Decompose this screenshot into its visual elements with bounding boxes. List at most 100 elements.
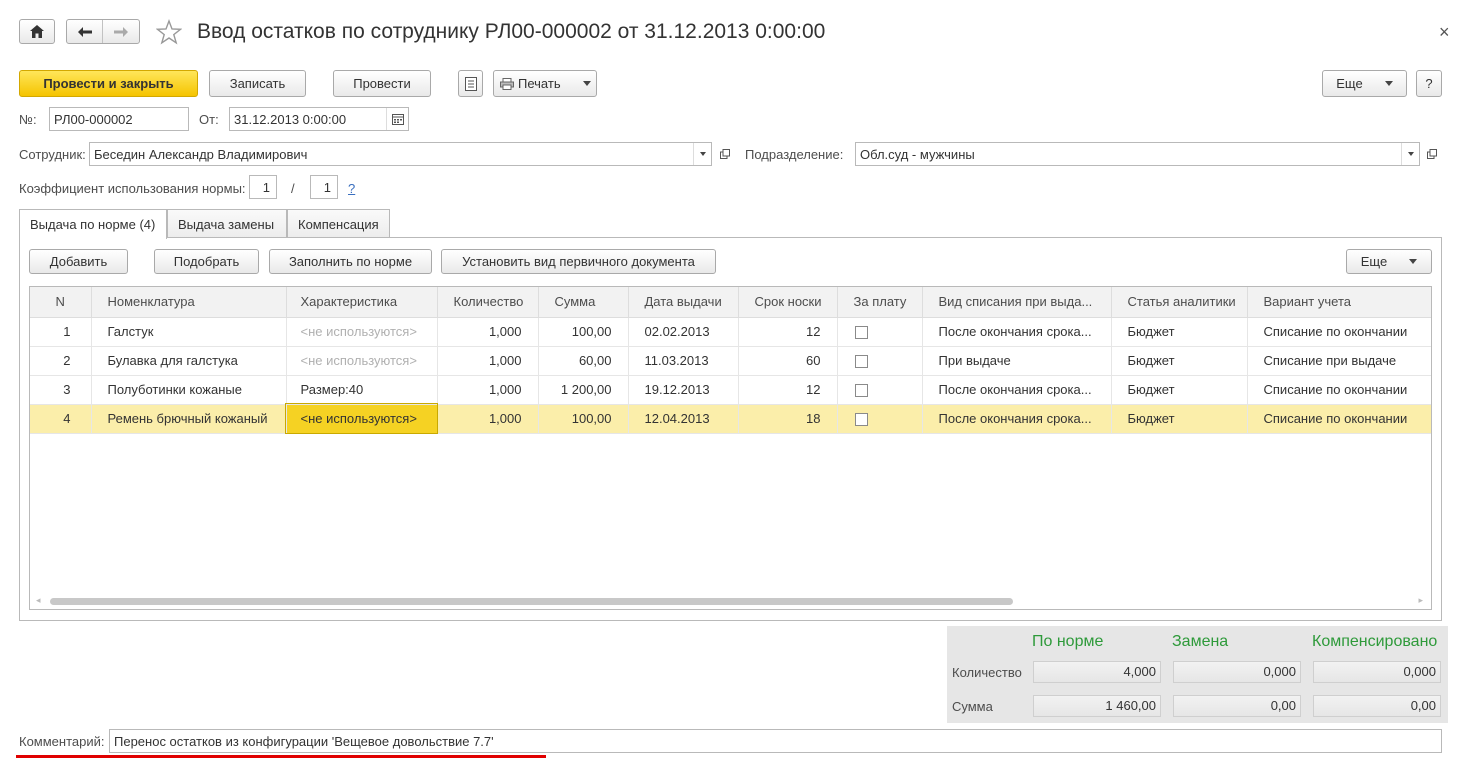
cell-accounting-variant: Списание по окончании [1247,404,1431,434]
scroll-left-icon[interactable]: ◂ [36,595,41,606]
column-header-paid[interactable]: За плату [837,287,923,318]
table-more-button[interactable]: Еще [1346,249,1432,274]
post-and-close-button[interactable]: Провести и закрыть [19,70,198,97]
totals-quantity-label: Количество [952,665,1022,680]
scrollbar-thumb[interactable] [50,598,1013,605]
table-row-selected[interactable]: 4 Ремень брючный кожаный <не используютс… [30,403,1431,434]
cell-analytics-article: Бюджет [1111,346,1248,376]
cell-issue-date: 02.02.2013 [628,317,739,347]
cell-accounting-variant: Списание при выдаче [1247,346,1431,376]
column-header-writeoff-type[interactable]: Вид списания при выда... [922,287,1112,318]
printer-icon [500,77,514,90]
chevron-down-icon [1384,81,1393,86]
totals-head-compensated: Компенсировано [1312,633,1438,650]
date-field[interactable]: 31.12.2013 0:00:00 [229,107,409,131]
totals-sum-replacement: 0,00 [1173,695,1301,717]
cell-sum: 100,00 [538,317,629,347]
column-header-n[interactable]: N [30,287,92,318]
cell-accounting-variant: Списание по окончании [1247,375,1431,405]
tab-replacement[interactable]: Выдача замены [167,209,287,238]
save-button[interactable]: Записать [209,70,306,97]
paid-checkbox[interactable] [854,413,868,427]
coefficient-denominator-field[interactable]: 1 [310,175,338,199]
home-button[interactable] [19,19,55,44]
table-row[interactable]: 1 Галстук <не используются> 1,000 100,00… [30,317,1431,347]
print-menu-button[interactable]: Печать [493,70,597,97]
more-menu-button[interactable]: Еще [1322,70,1407,97]
column-header-quantity[interactable]: Количество [437,287,539,318]
column-header-wear-term[interactable]: Срок носки [738,287,838,318]
cell-wear-term: 12 [738,317,838,347]
paid-checkbox[interactable] [854,355,868,369]
pick-items-button[interactable]: Подобрать [154,249,259,274]
number-field[interactable]: РЛ00-000002 [49,107,189,131]
department-field[interactable]: Обл.суд - мужчины [855,142,1420,166]
paid-checkbox[interactable] [854,326,868,340]
cell-issue-date: 19.12.2013 [628,375,739,405]
totals-sum-compensated: 0,00 [1313,695,1441,717]
horizontal-scrollbar[interactable]: ◂ ▸ [30,593,1431,609]
close-icon[interactable]: × [1439,22,1450,43]
help-button[interactable]: ? [1416,70,1442,97]
totals-quantity-replacement: 0,000 [1173,661,1301,683]
cell-writeoff-type: После окончания срока... [922,404,1112,434]
paid-checkbox[interactable] [854,384,868,398]
table-row[interactable]: 3 Полуботинки кожаные Размер:40 1,000 1 … [30,375,1431,405]
column-header-analytics-article[interactable]: Статья аналитики [1111,287,1248,318]
table-header-row: N Номенклатура Характеристика Количество… [30,287,1431,318]
table-row[interactable]: 2 Булавка для галстука <не используются>… [30,346,1431,376]
calendar-button[interactable] [386,108,408,130]
cell-writeoff-type: После окончания срока... [922,375,1112,405]
department-label: Подразделение: [745,147,844,162]
cell-analytics-article: Бюджет [1111,375,1248,405]
document-structure-button[interactable] [458,70,483,97]
favorite-star-button[interactable] [155,19,183,45]
cell-n: 1 [30,317,92,347]
set-primary-document-type-button[interactable]: Установить вид первичного документа [441,249,716,274]
column-header-characteristic[interactable]: Характеристика [286,287,438,318]
cell-quantity: 1,000 [437,346,539,376]
department-open-button[interactable] [1422,143,1442,165]
post-button[interactable]: Провести [333,70,431,97]
employee-dropdown-button[interactable] [693,143,711,165]
cell-writeoff-type: При выдаче [922,346,1112,376]
star-icon [155,19,183,45]
page-title: Ввод остатков по сотруднику РЛ00-000002 … [197,20,826,43]
cell-wear-term: 12 [738,375,838,405]
scroll-right-icon[interactable]: ▸ [1418,595,1423,606]
coefficient-numerator-field[interactable]: 1 [249,175,277,199]
column-header-issue-date[interactable]: Дата выдачи [628,287,739,318]
totals-quantity-compensated: 0,000 [1313,661,1441,683]
fill-by-norm-button[interactable]: Заполнить по норме [269,249,432,274]
column-header-accounting-variant[interactable]: Вариант учета [1247,287,1431,318]
tab-compensation[interactable]: Компенсация [287,209,390,238]
totals-quantity-norm: 4,000 [1033,661,1161,683]
tab-issue-by-norm[interactable]: Выдача по норме (4) [19,209,167,239]
chevron-down-icon [582,81,591,86]
column-header-item[interactable]: Номенклатура [91,287,287,318]
cell-item: Полуботинки кожаные [91,375,287,405]
cell-sum: 100,00 [538,404,629,434]
home-icon [30,25,44,38]
add-row-button[interactable]: Добавить [29,249,128,274]
column-header-sum[interactable]: Сумма [538,287,629,318]
back-button[interactable] [67,20,104,43]
comment-field[interactable]: Перенос остатков из конфигурации 'Вещево… [109,729,1442,753]
chevron-down-icon [1409,259,1418,264]
number-label: №: [19,112,37,127]
cell-paid [837,375,923,405]
cell-characteristic: <не используются> [286,346,438,376]
cell-characteristic-active[interactable]: <не используются> [285,403,438,434]
coefficient-separator: / [291,181,295,196]
cell-issue-date: 12.04.2013 [628,404,739,434]
date-label: От: [199,112,219,127]
employee-open-button[interactable] [715,143,735,165]
cell-item: Ремень брючный кожаный [91,404,287,434]
employee-field[interactable]: Беседин Александр Владимирович [89,142,712,166]
employee-label: Сотрудник: [19,147,86,162]
department-dropdown-button[interactable] [1401,143,1419,165]
more-label: Еще [1336,76,1363,91]
coefficient-help-link[interactable]: ? [348,181,355,196]
forward-button[interactable] [103,20,139,43]
cell-quantity: 1,000 [437,375,539,405]
